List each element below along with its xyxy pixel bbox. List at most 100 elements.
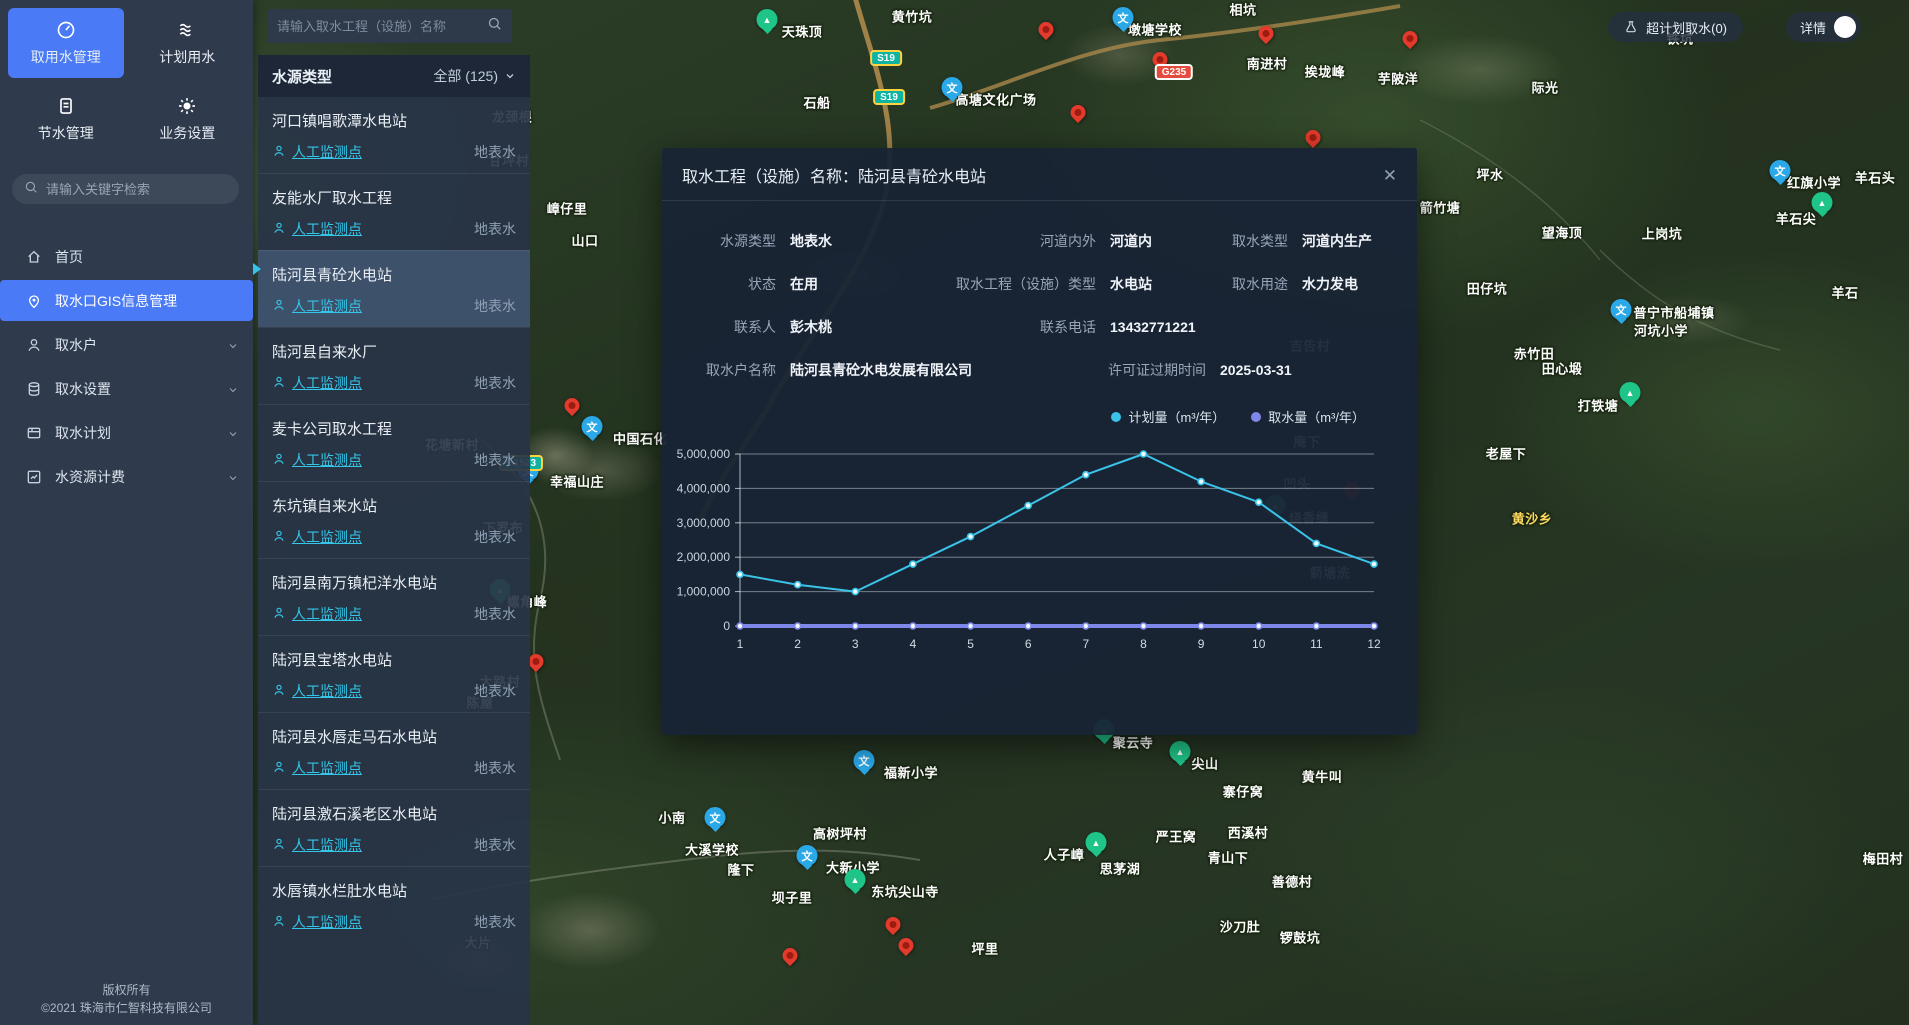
tile-label: 取用水管理 — [31, 47, 101, 67]
school-marker[interactable]: 文 — [1611, 299, 1632, 320]
school-marker[interactable]: 文 — [582, 416, 603, 437]
map-place-label: 幸福山庄 — [550, 472, 604, 491]
svg-text:4: 4 — [910, 637, 917, 651]
station-list-item[interactable]: 陆河县南万镇杞洋水电站人工监测点地表水 — [258, 558, 530, 635]
station-list-item[interactable]: 水唇镇水栏肚水电站人工监测点地表水 — [258, 866, 530, 943]
monitor-type-link[interactable]: 人工监测点 — [272, 681, 362, 701]
sidebar-item-user[interactable]: 取水户 — [0, 324, 253, 365]
svg-text:5: 5 — [967, 637, 974, 651]
field-label: 联系电话 — [926, 317, 1096, 337]
school-marker[interactable]: 文 — [705, 807, 726, 828]
over-plan-button[interactable]: 超计划取水(0) — [1608, 12, 1743, 42]
water-source-type: 地表水 — [474, 758, 516, 778]
intake-point-marker[interactable] — [779, 945, 800, 966]
module-tile-waves[interactable]: 计划用水 — [130, 8, 246, 78]
panel-collapse-arrow[interactable] — [253, 263, 267, 275]
station-list-item[interactable]: 友能水厂取水工程人工监测点地表水 — [258, 173, 530, 250]
sidebar-item-pin[interactable]: 取水口GIS信息管理 — [0, 280, 253, 321]
map-place-label: 上岗坑 — [1642, 224, 1683, 243]
svg-text:7: 7 — [1082, 637, 1089, 651]
search-icon[interactable] — [487, 16, 502, 36]
mountain-marker[interactable]: ▲ — [1086, 832, 1107, 853]
monitor-type-link[interactable]: 人工监测点 — [272, 296, 362, 316]
water-source-type: 地表水 — [474, 450, 516, 470]
station-list-item[interactable]: 陆河县激石溪老区水电站人工监测点地表水 — [258, 789, 530, 866]
monitor-type-link[interactable]: 人工监测点 — [272, 912, 362, 932]
school-marker[interactable]: 文 — [942, 77, 963, 98]
intake-point-marker[interactable] — [1399, 28, 1420, 49]
modal-header: 取水工程（设施）名称：陆河县青砼水电站 ✕ — [662, 148, 1417, 201]
field-label: 水源类型 — [688, 231, 776, 251]
map-place-label: 聚云寺 — [1113, 733, 1154, 752]
map-place-label: 南进村 — [1247, 54, 1288, 73]
field-value: 陆河县青砼水电发展有限公司 — [790, 360, 972, 380]
mountain-marker[interactable]: ▲ — [845, 869, 866, 890]
legend-item[interactable]: 取水量（m³/年） — [1251, 407, 1365, 426]
road-badge-S19: S19 — [873, 89, 905, 105]
map-place-label: 羊石头 — [1855, 168, 1896, 187]
monitor-type-link[interactable]: 人工监测点 — [272, 758, 362, 778]
person-icon — [272, 837, 286, 854]
filter-value-dropdown[interactable]: 全部 (125) — [433, 66, 516, 86]
map-place-label: 羊石 — [1831, 283, 1858, 302]
chart-legend: 计划量（m³/年） 取水量（m³/年） — [676, 407, 1365, 426]
intake-point-marker[interactable] — [895, 935, 916, 956]
module-tile-gear[interactable]: 业务设置 — [130, 84, 246, 154]
station-search-input[interactable] — [277, 19, 487, 34]
school-marker[interactable]: 文 — [797, 845, 818, 866]
monitor-type-link[interactable]: 人工监测点 — [272, 604, 362, 624]
svg-text:2,000,000: 2,000,000 — [677, 550, 731, 564]
intake-point-marker[interactable] — [1035, 19, 1056, 40]
sidebar-search[interactable] — [12, 174, 239, 204]
mountain-marker[interactable]: ▲ — [1170, 741, 1191, 762]
module-tile-meter[interactable]: 取用水管理 — [8, 8, 124, 78]
monitor-type-link[interactable]: 人工监测点 — [272, 835, 362, 855]
monitor-type-link[interactable]: 人工监测点 — [272, 142, 362, 162]
mountain-marker[interactable]: ▲ — [1812, 192, 1833, 213]
close-icon[interactable]: ✕ — [1383, 167, 1397, 184]
detail-toggle[interactable]: 详情 — [1786, 12, 1861, 42]
station-search[interactable] — [267, 9, 512, 43]
sidebar-item-home[interactable]: 首页 — [0, 236, 253, 277]
menu-label: 首页 — [55, 247, 83, 267]
station-list-item[interactable]: 麦卡公司取水工程人工监测点地表水 — [258, 404, 530, 481]
station-list-item[interactable]: 陆河县水唇走马石水电站人工监测点地表水 — [258, 712, 530, 789]
station-list-item[interactable]: 河口镇唱歌潭水电站人工监测点地表水 — [258, 97, 530, 173]
module-tile-doc[interactable]: 节水管理 — [8, 84, 124, 154]
station-list-item[interactable]: 陆河县自来水厂人工监测点地表水 — [258, 327, 530, 404]
sidebar-search-input[interactable] — [46, 182, 227, 197]
mountain-marker[interactable]: ▲ — [1620, 382, 1641, 403]
sidebar-item-plan[interactable]: 取水计划 — [0, 412, 253, 453]
mountain-marker[interactable]: ▲ — [757, 9, 778, 30]
intake-point-marker[interactable] — [561, 395, 582, 416]
school-marker[interactable]: 文 — [1113, 7, 1134, 28]
intake-point-marker[interactable] — [1302, 127, 1323, 148]
map-place-label: 人子嶂 — [1044, 845, 1085, 864]
school-marker[interactable]: 文 — [854, 750, 875, 771]
legend-item[interactable]: 计划量（m³/年） — [1111, 407, 1225, 426]
station-detail-modal: 取水工程（设施）名称：陆河县青砼水电站 ✕ 水源类型地表水河道内外河道内取水类型… — [662, 148, 1417, 735]
map-place-label: 箭竹塘 — [1420, 198, 1461, 217]
map-place-label: 寨仔窝 — [1223, 782, 1264, 801]
sidebar-item-db[interactable]: 取水设置 — [0, 368, 253, 409]
toggle-knob[interactable] — [1834, 16, 1856, 38]
school-marker[interactable]: 文 — [1770, 160, 1791, 181]
menu-label: 水资源计费 — [55, 467, 125, 487]
station-list-item[interactable]: 陆河县青砼水电站人工监测点地表水 — [258, 250, 530, 327]
map-place-label: 羊石尖 — [1776, 209, 1817, 228]
monitor-type-link[interactable]: 人工监测点 — [272, 219, 362, 239]
intake-point-marker[interactable] — [882, 914, 903, 935]
monitor-type-link[interactable]: 人工监测点 — [272, 450, 362, 470]
monitor-type-link[interactable]: 人工监测点 — [272, 373, 362, 393]
monitor-type-link[interactable]: 人工监测点 — [272, 527, 362, 547]
water-source-type: 地表水 — [474, 142, 516, 162]
sidebar-item-bill[interactable]: 水资源计费 — [0, 456, 253, 497]
station-list-item[interactable]: 东坑镇自来水站人工监测点地表水 — [258, 481, 530, 558]
station-list-item[interactable]: 陆河县宝塔水电站人工监测点地表水 — [258, 635, 530, 712]
map-place-label: 嶂仔里 — [547, 199, 588, 218]
intake-point-marker[interactable] — [1255, 23, 1276, 44]
field-取水工程（设施）类型: 取水工程（设施）类型水电站 — [926, 274, 1192, 294]
field-label: 取水户名称 — [688, 360, 776, 380]
station-fields: 水源类型地表水河道内外河道内取水类型河道内生产状态在用取水工程（设施）类型水电站… — [662, 201, 1417, 403]
intake-point-marker[interactable] — [1067, 102, 1088, 123]
